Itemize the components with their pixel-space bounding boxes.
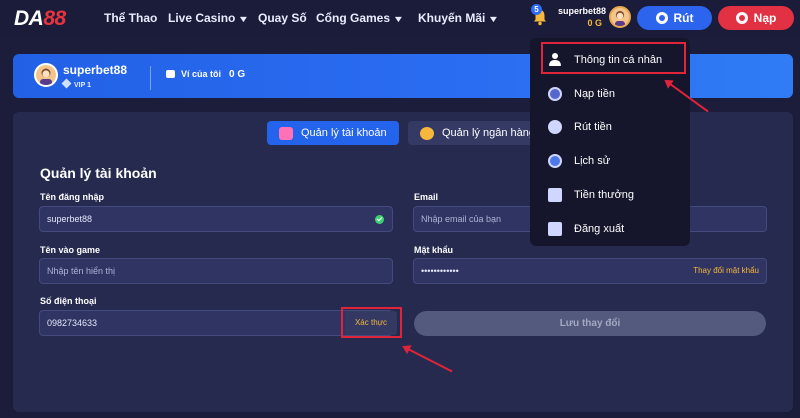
phone-label: Số điện thoại [40,296,97,306]
gift-icon [548,188,562,202]
withdraw-icon [548,120,562,134]
wallet-summary: Ví của tôi 0 G [166,69,245,80]
ingame-name-field[interactable]: Nhập tên hiển thị [39,258,393,284]
history-icon [548,154,562,168]
coin-icon [420,127,434,140]
coin-icon [735,12,748,24]
username-field[interactable]: superbet88 [39,206,393,232]
user-summary[interactable]: superbet88 0 G [558,6,607,28]
page-title: Quản lý tài khoản [40,165,157,181]
menu-item-bonus[interactable]: Tiền thưởng [542,181,684,209]
tab-account-management[interactable]: Quản lý tài khoản [267,121,399,145]
deposit-button[interactable]: Nạp [718,6,794,30]
coin-icon [655,12,668,24]
change-password-link[interactable]: Thay đổi mật khẩu [693,259,759,283]
nav-balance: 0 G [587,18,602,28]
username-label: Tên đăng nhập [40,192,104,202]
menu-item-history[interactable]: Lịch sử [542,147,684,175]
tab-bank-management[interactable]: Quản lý ngân hàng [408,121,540,145]
nav-item-lottery[interactable]: Quay Số [258,11,307,25]
phone-field[interactable]: 0982734633 [39,310,393,336]
highlight-box [541,42,686,74]
highlight-box [341,307,402,338]
ingame-name-label: Tên vào game [40,245,101,255]
avatar[interactable] [609,6,631,28]
wallet-icon [166,70,175,78]
notification-badge: 5 [531,4,542,15]
logout-icon [548,222,562,236]
nav-username: superbet88 [558,6,607,16]
diamond-icon [61,78,72,89]
withdraw-button[interactable]: Rút [637,6,712,30]
da88-logo[interactable]: DA88 [14,7,66,31]
deposit-icon [548,87,562,101]
menu-item-withdraw[interactable]: Rút tiền [542,113,684,141]
menu-item-logout[interactable]: Đăng xuất [542,215,684,243]
chevron-down-icon: ▼ [488,14,500,24]
password-label: Mật khẩu [414,245,454,255]
user-card-icon [279,127,293,140]
password-field[interactable]: •••••••••••• Thay đổi mật khẩu [413,258,767,284]
nav-item-live-casino[interactable]: Live Casino ▼ [168,11,250,25]
banner-username: superbet88 [63,63,128,77]
chevron-down-icon: ▼ [392,14,405,24]
avatar [34,63,58,87]
check-icon [375,215,384,224]
nav-item-game-portal[interactable]: Cổng Games ▼ [316,11,405,25]
nav-item-sports[interactable]: Thể Thao [104,11,157,25]
nav-item-promotions[interactable]: Khuyến Mãi ▼ [418,11,500,25]
divider [150,66,151,90]
email-label: Email [414,192,439,202]
vip-level: VIP 1 [61,78,91,89]
chevron-down-icon: ▼ [238,14,250,24]
save-changes-button[interactable]: Lưu thay đổi [414,311,766,336]
